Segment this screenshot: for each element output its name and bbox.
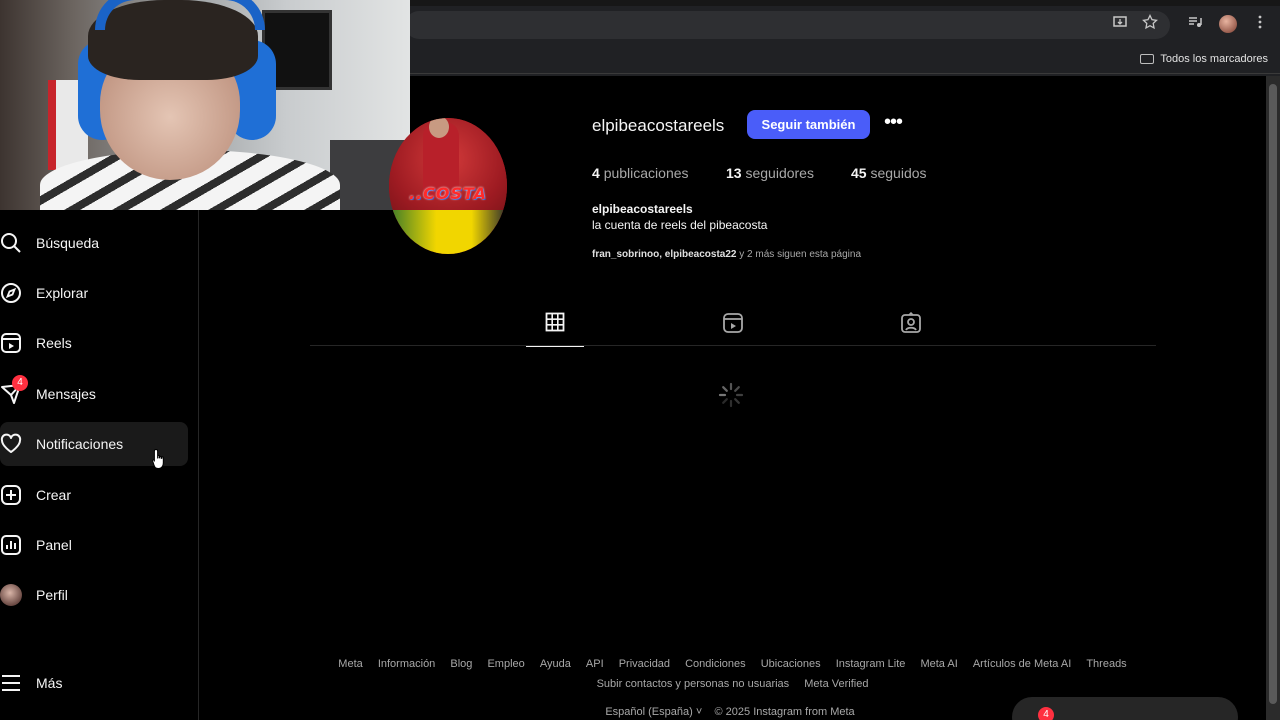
messages-badge: 4 bbox=[12, 375, 28, 391]
footer-link[interactable]: Subir contactos y personas no usuarias bbox=[597, 674, 790, 694]
hand-cursor-icon bbox=[152, 448, 168, 470]
sidebar-item-search[interactable]: Búsqueda bbox=[0, 221, 188, 265]
posts-count: 4 publicaciones bbox=[592, 165, 689, 181]
install-icon[interactable] bbox=[1110, 14, 1130, 34]
messages-floating-button[interactable]: 4 bbox=[1012, 697, 1238, 720]
followers-count-label: seguidores bbox=[745, 165, 814, 181]
footer-link[interactable]: Meta Verified bbox=[804, 674, 868, 694]
footer-link[interactable]: Ayuda bbox=[540, 654, 571, 674]
search-icon bbox=[0, 232, 22, 254]
followed-by-names: fran_sobrinoo, elpibeacosta22 bbox=[592, 249, 737, 260]
sidebar-item-messages[interactable]: 4 Mensajes bbox=[0, 372, 188, 416]
loading-spinner-icon bbox=[718, 382, 744, 408]
posts-count-label: publicaciones bbox=[603, 165, 689, 181]
page-scrollbar[interactable] bbox=[1266, 76, 1280, 720]
footer-link[interactable]: Información bbox=[378, 654, 435, 674]
tab-posts[interactable] bbox=[526, 312, 584, 347]
explore-icon bbox=[0, 282, 22, 304]
followed-by[interactable]: fran_sobrinoo, elpibeacosta22 y 2 más si… bbox=[592, 249, 861, 260]
sidebar-item-reels[interactable]: Reels bbox=[0, 321, 188, 365]
footer-link[interactable]: Meta AI bbox=[920, 654, 957, 674]
sidebar-item-create[interactable]: Crear bbox=[0, 473, 188, 517]
panel-icon bbox=[0, 534, 22, 556]
sidebar-item-label: Notificaciones bbox=[36, 436, 124, 452]
tabs-divider bbox=[310, 345, 1156, 346]
sidebar-item-explore[interactable]: Explorar bbox=[0, 271, 188, 315]
messages-icon: 4 bbox=[0, 375, 28, 405]
profile-username: elpibeacostareels bbox=[592, 116, 725, 135]
following-count[interactable]: 45 seguidos bbox=[851, 165, 927, 181]
chevron-down-icon: ˅ bbox=[695, 706, 703, 718]
footer-link[interactable]: Threads bbox=[1086, 654, 1126, 674]
sidebar-item-label: Panel bbox=[36, 537, 72, 553]
bio-text: la cuenta de reels del pibeacosta bbox=[592, 218, 768, 232]
footer-link[interactable]: Condiciones bbox=[685, 654, 746, 674]
browser-menu-icon[interactable] bbox=[1250, 14, 1270, 34]
followers-count-value: 13 bbox=[726, 165, 742, 181]
language-label: Español (España) bbox=[605, 706, 693, 718]
follow-back-button[interactable]: Seguir también bbox=[747, 110, 870, 139]
copyright: © 2025 Instagram from Meta bbox=[714, 706, 855, 718]
all-bookmarks-label: Todos los marcadores bbox=[1160, 53, 1268, 65]
profile-avatar bbox=[0, 584, 22, 606]
sidebar-item-label: Reels bbox=[36, 335, 72, 351]
media-controls-icon[interactable] bbox=[1185, 14, 1205, 34]
grid-icon bbox=[545, 312, 565, 337]
sidebar-item-more[interactable]: Más bbox=[0, 661, 188, 705]
footer-link[interactable]: Instagram Lite bbox=[836, 654, 906, 674]
sidebar-item-label: Perfil bbox=[36, 587, 68, 603]
sidebar-item-label: Mensajes bbox=[36, 386, 96, 402]
bookmark-star-icon[interactable] bbox=[1140, 13, 1160, 34]
webcam-overlay bbox=[0, 0, 410, 210]
instagram-sidebar: Búsqueda Explorar Reels 4 Mensajes Notif… bbox=[0, 210, 199, 720]
followed-by-rest: y 2 más siguen esta página bbox=[736, 249, 862, 260]
language-selector[interactable]: Español (España) ˅ bbox=[605, 706, 702, 718]
footer-links: Meta Información Blog Empleo Ayuda API P… bbox=[230, 654, 1235, 694]
tagged-icon bbox=[900, 311, 922, 339]
reels-icon bbox=[722, 312, 744, 339]
following-count-label: seguidos bbox=[870, 165, 927, 181]
sidebar-item-profile[interactable]: Perfil bbox=[0, 573, 188, 617]
posts-count-value: 4 bbox=[592, 165, 600, 181]
profile-picture-text: ..COSTA bbox=[408, 184, 488, 203]
folder-icon bbox=[1140, 54, 1155, 64]
scrollbar-thumb[interactable] bbox=[1269, 84, 1277, 704]
footer-link[interactable]: API bbox=[586, 654, 604, 674]
following-count-value: 45 bbox=[851, 165, 867, 181]
browser-profile-icon[interactable] bbox=[1218, 14, 1238, 34]
sidebar-item-label: Más bbox=[36, 675, 63, 691]
messages-pill-badge: 4 bbox=[1038, 707, 1054, 720]
sidebar-item-label: Crear bbox=[36, 487, 72, 503]
sidebar-item-label: Búsqueda bbox=[36, 235, 100, 251]
sidebar-item-label: Explorar bbox=[36, 285, 89, 301]
footer-link[interactable]: Meta bbox=[338, 654, 362, 674]
footer-link[interactable]: Artículos de Meta AI bbox=[973, 654, 1071, 674]
reels-icon bbox=[0, 332, 22, 354]
bio-name: elpibeacostareels bbox=[592, 202, 693, 216]
menu-icon bbox=[0, 672, 22, 694]
address-bar[interactable] bbox=[405, 11, 1170, 39]
followers-count[interactable]: 13 seguidores bbox=[726, 165, 814, 181]
footer-language-row: Español (España) ˅ © 2025 Instagram from… bbox=[560, 706, 900, 718]
profile-picture[interactable]: ..COSTA bbox=[389, 118, 507, 254]
heart-icon bbox=[0, 433, 22, 455]
footer-link[interactable]: Blog bbox=[450, 654, 472, 674]
footer-link[interactable]: Empleo bbox=[487, 654, 524, 674]
tab-tagged[interactable] bbox=[882, 311, 940, 346]
footer-link[interactable]: Ubicaciones bbox=[761, 654, 821, 674]
more-options-button[interactable]: ••• bbox=[880, 112, 906, 138]
footer-link[interactable]: Privacidad bbox=[619, 654, 670, 674]
sidebar-item-panel[interactable]: Panel bbox=[0, 523, 188, 567]
tab-reels[interactable] bbox=[704, 312, 762, 346]
screen: Todos los marcadores ..COSTA Búsqueda Ex… bbox=[0, 0, 1280, 720]
create-icon bbox=[0, 484, 22, 506]
all-bookmarks-folder[interactable]: Todos los marcadores bbox=[1140, 50, 1268, 68]
